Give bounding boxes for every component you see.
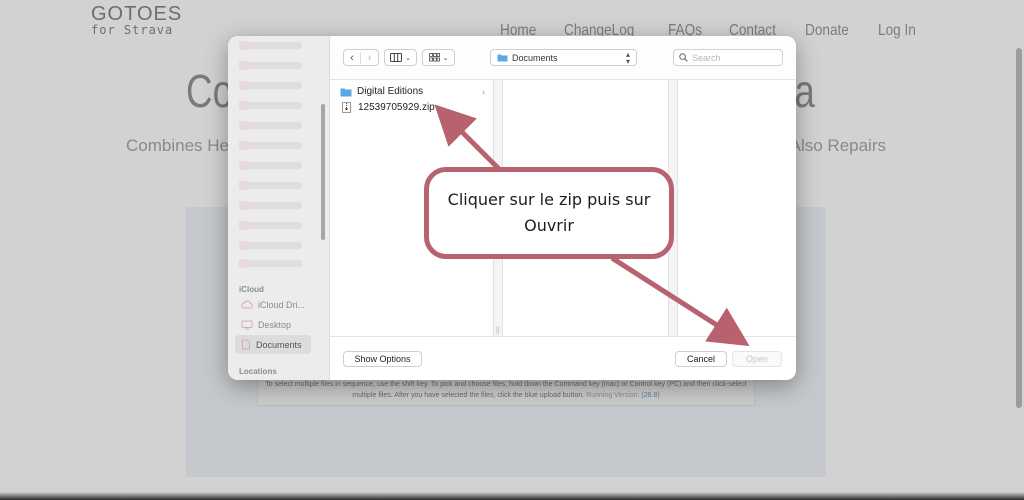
file-name: 12539705929.zip [358, 102, 435, 113]
site-logo[interactable]: GOTOES for Strava [91, 4, 182, 36]
sidebar-item-blurred[interactable] [239, 161, 302, 170]
sidebar-item-blurred[interactable] [239, 221, 302, 230]
nav-login[interactable]: Log In [878, 22, 916, 40]
sidebar-item-documents[interactable]: Documents [235, 335, 311, 354]
blurred-icon [239, 41, 248, 50]
sidebar-item-blurred[interactable] [239, 81, 302, 90]
sidebar-item-blurred[interactable] [239, 259, 302, 268]
sidebar-scrollbar[interactable] [321, 104, 325, 240]
zip-file-icon [342, 102, 351, 113]
document-icon [242, 339, 250, 350]
chevron-right-icon: › [482, 86, 485, 97]
cancel-button[interactable]: Cancel [675, 351, 727, 367]
folder-icon [340, 88, 352, 96]
column-view-button[interactable]: ⌄ [384, 49, 417, 66]
running-version: (26.8) [641, 392, 660, 399]
dialog-sidebar: iCloud iCloud Dri... Desktop Documents L… [228, 36, 330, 380]
page-scrollbar[interactable] [1016, 48, 1022, 408]
location-label: Documents [512, 52, 558, 63]
grid-icon [428, 53, 440, 62]
chevron-down-icon: ⌄ [442, 54, 449, 62]
hero-subtitle-right: Also Repairs [789, 136, 886, 155]
sidebar-item-blurred[interactable] [239, 101, 302, 110]
upload-help-text: To select multiple files in sequence, us… [257, 376, 755, 406]
blurred-icon [239, 241, 248, 250]
back-forward-buttons: ‹ › [343, 49, 379, 66]
dialog-toolbar: ‹ › ⌄ ⌄ Documents ▴ ▾ [330, 36, 796, 80]
blurred-icon [239, 81, 248, 90]
logo-text: GOTOES [91, 3, 183, 25]
blurred-icon [239, 121, 248, 130]
dialog-footer: Show Options Cancel Open [330, 336, 796, 380]
blurred-icon [239, 181, 248, 190]
sidebar-item-blurred[interactable] [239, 41, 302, 50]
blurred-icon [239, 161, 248, 170]
sidebar-item-label: iCloud Dri... [258, 299, 306, 310]
sidebar-item-blurred[interactable] [239, 241, 302, 250]
sidebar-item-blurred[interactable] [239, 201, 302, 210]
sidebar-item-icloud-drive[interactable]: iCloud Dri... [235, 295, 311, 314]
sidebar-item-blurred[interactable] [239, 181, 302, 190]
forward-icon[interactable]: › [361, 52, 378, 64]
chevron-down-icon: ⌄ [405, 54, 411, 62]
file-name: Digital Editions [357, 86, 424, 97]
sidebar-item-blurred[interactable] [239, 121, 302, 130]
logo-subtext: for Strava [91, 23, 174, 37]
columns-icon [390, 53, 403, 62]
sidebar-item-label: Desktop [258, 319, 292, 330]
hero-subtitle-left: Combines He [126, 136, 229, 155]
instruction-callout: Cliquer sur le zip puis sur Ouvrir [424, 167, 674, 259]
location-popup[interactable]: Documents ▴ ▾ [490, 49, 637, 66]
open-button[interactable]: Open [732, 351, 782, 367]
file-item-digital-editions[interactable]: Digital Editions › [340, 84, 485, 99]
blurred-icon [239, 201, 248, 210]
resize-grip-icon[interactable]: || [496, 327, 500, 334]
running-version-label: Running Version: [586, 392, 640, 399]
folder-icon [497, 54, 508, 62]
sidebar-item-desktop[interactable]: Desktop [235, 315, 311, 334]
cloud-icon [241, 300, 253, 309]
search-input[interactable] [692, 52, 776, 63]
nav-donate[interactable]: Donate [805, 22, 849, 40]
show-options-button[interactable]: Show Options [343, 351, 422, 367]
sidebar-item-blurred[interactable] [239, 61, 302, 70]
blurred-icon [239, 141, 248, 150]
search-field[interactable] [673, 49, 783, 66]
sidebar-item-label: Documents [256, 339, 302, 350]
desktop-icon [241, 320, 253, 329]
file-item-zip[interactable]: 12539705929.zip [340, 100, 485, 115]
search-icon [679, 53, 688, 62]
updown-chevron-icon: ▴ ▾ [625, 50, 630, 66]
back-icon[interactable]: ‹ [344, 51, 362, 64]
group-view-button[interactable]: ⌄ [422, 49, 455, 66]
instruction-text: Cliquer sur le zip puis sur Ouvrir [447, 190, 651, 235]
blurred-icon [239, 61, 248, 70]
blurred-icon [239, 221, 248, 230]
window-bottom-edge [0, 492, 1024, 500]
sidebar-section-icloud: iCloud [239, 285, 264, 294]
blurred-icon [239, 101, 248, 110]
sidebar-section-locations: Locations [239, 367, 277, 376]
blurred-icon [239, 259, 248, 268]
sidebar-item-blurred[interactable] [239, 141, 302, 150]
upload-help-line1: To select multiple files in sequence, us… [265, 381, 747, 388]
upload-help-line2: multiple files. After you have selected … [352, 392, 585, 399]
